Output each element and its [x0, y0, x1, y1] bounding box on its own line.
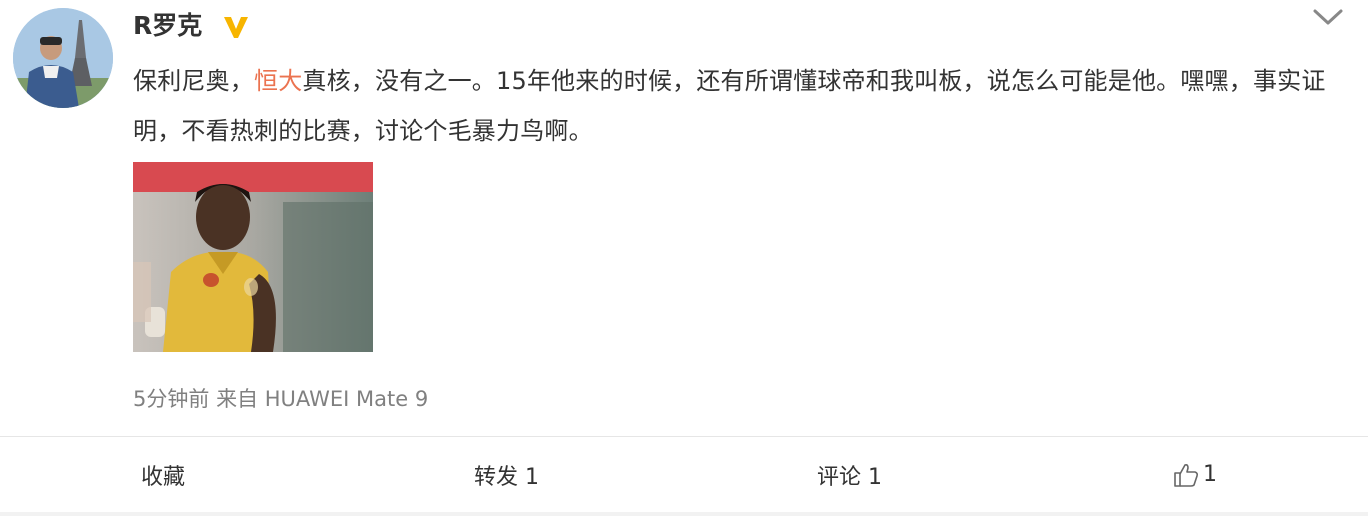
post-text-part-2: 真核，没有之一。15年他来的时候，还有所谓懂球帝和我叫板，说怎么可能是他。嘿嘿，…	[133, 67, 1326, 145]
post-time[interactable]: 5分钟前	[133, 387, 209, 411]
comment-button[interactable]: 评论 1	[678, 437, 1021, 512]
post-text: 保利尼奥，恒大真核，没有之一。15年他来的时候，还有所谓懂球帝和我叫板，说怎么可…	[133, 56, 1353, 156]
post-image[interactable]	[133, 162, 373, 352]
author-name[interactable]: R罗克	[133, 8, 202, 44]
like-button[interactable]: 1	[1021, 437, 1368, 512]
weibo-post-card: R罗克 保利尼奥，恒大真核，没有之一。15年他来的时候，还有所谓懂球帝和我叫板，…	[0, 0, 1368, 516]
chevron-down-icon[interactable]	[1311, 6, 1345, 28]
post-meta: 5分钟前 来自 HUAWEI Mate 9	[133, 384, 428, 414]
favorite-button[interactable]: 收藏	[0, 437, 335, 512]
thumbs-up-icon	[1173, 462, 1199, 488]
source-prefix: 来自	[216, 387, 259, 411]
verified-v-icon	[222, 14, 250, 40]
post-text-part-1: 保利尼奥，	[133, 67, 254, 95]
source-device[interactable]: HUAWEI Mate 9	[265, 387, 428, 411]
favorite-label: 收藏	[141, 464, 186, 490]
action-bar: 收藏 转发 1 评论 1 1	[0, 437, 1368, 512]
comment-label: 评论 1	[817, 464, 882, 490]
avatar[interactable]	[13, 8, 113, 108]
repost-label: 转发 1	[474, 464, 539, 490]
topic-link[interactable]: 恒大	[254, 67, 302, 95]
card-bottom-border	[0, 512, 1368, 516]
repost-button[interactable]: 转发 1	[335, 437, 678, 512]
like-count: 1	[1203, 462, 1217, 487]
